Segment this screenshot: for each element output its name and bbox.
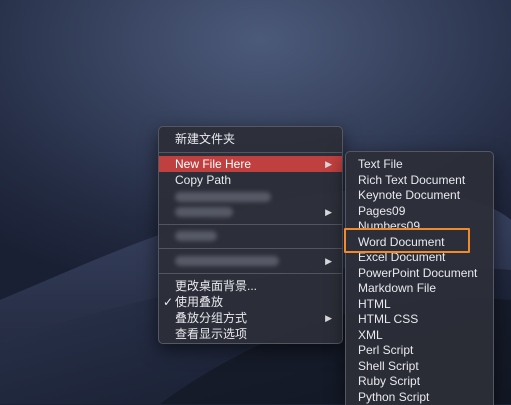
menu-item-blurred-1[interactable] — [159, 189, 342, 205]
annotation-highlight-box — [344, 228, 470, 253]
submenu-item-xml[interactable]: XML — [346, 327, 493, 343]
submenu-item-text-file[interactable]: Text File — [346, 156, 493, 172]
menu-item-label: 使用叠放 — [175, 295, 224, 309]
submenu-item-shell-script[interactable]: Shell Script — [346, 358, 493, 374]
submenu-arrow-icon: ▶ — [325, 207, 332, 217]
menu-separator — [159, 248, 342, 249]
submenu-arrow-icon: ▶ — [325, 313, 332, 323]
submenu-item-python-script[interactable]: Python Script — [346, 389, 493, 405]
menu-item-group-stacks-by[interactable]: 叠放分组方式 ▶ — [159, 310, 342, 326]
menu-item-copy-path[interactable]: Copy Path — [159, 172, 342, 188]
submenu-item-markdown-file[interactable]: Markdown File — [346, 280, 493, 296]
blurred-label — [175, 256, 279, 266]
submenu-item-ruby-script[interactable]: Ruby Script — [346, 373, 493, 389]
menu-item-blurred-2[interactable]: ▶ — [159, 204, 342, 220]
desktop-context-menu: 新建文件夹 New File Here ▶ Copy Path ▶ ▶ 更改桌面… — [158, 126, 343, 344]
submenu-arrow-icon: ▶ — [325, 256, 332, 266]
checkmark-icon: ✓ — [163, 295, 174, 309]
submenu-arrow-icon: ▶ — [325, 159, 332, 169]
submenu-item-html-css[interactable]: HTML CSS — [346, 311, 493, 327]
menu-item-show-view-options[interactable]: 查看显示选项 — [159, 326, 342, 342]
menu-item-new-folder[interactable]: 新建文件夹 — [159, 131, 342, 147]
menu-item-use-stacks[interactable]: ✓ 使用叠放 — [159, 294, 342, 310]
menu-item-new-file-here[interactable]: New File Here ▶ — [159, 156, 342, 172]
blurred-label — [175, 207, 233, 217]
menu-separator — [159, 152, 342, 153]
menu-item-label: 更改桌面背景... — [175, 279, 258, 293]
menu-item-label: New File Here — [175, 157, 252, 171]
menu-item-change-background[interactable]: 更改桌面背景... — [159, 278, 342, 294]
submenu-item-perl-script[interactable]: Perl Script — [346, 342, 493, 358]
blurred-label — [175, 192, 271, 202]
menu-item-blurred-4[interactable]: ▶ — [159, 253, 342, 269]
submenu-item-pages09[interactable]: Pages09 — [346, 203, 493, 219]
menu-item-label: 查看显示选项 — [175, 327, 248, 341]
blurred-label — [175, 231, 217, 241]
menu-separator — [159, 224, 342, 225]
menu-item-blurred-3[interactable] — [159, 228, 342, 244]
submenu-item-html[interactable]: HTML — [346, 296, 493, 312]
menu-item-label: Copy Path — [175, 173, 232, 187]
submenu-item-powerpoint-document[interactable]: PowerPoint Document — [346, 265, 493, 281]
submenu-item-rich-text-document[interactable]: Rich Text Document — [346, 172, 493, 188]
new-file-here-submenu: Text File Rich Text Document Keynote Doc… — [345, 151, 494, 405]
menu-separator — [159, 273, 342, 274]
submenu-item-keynote-document[interactable]: Keynote Document — [346, 187, 493, 203]
menu-item-label: 叠放分组方式 — [175, 311, 248, 325]
menu-item-label: 新建文件夹 — [175, 132, 236, 146]
